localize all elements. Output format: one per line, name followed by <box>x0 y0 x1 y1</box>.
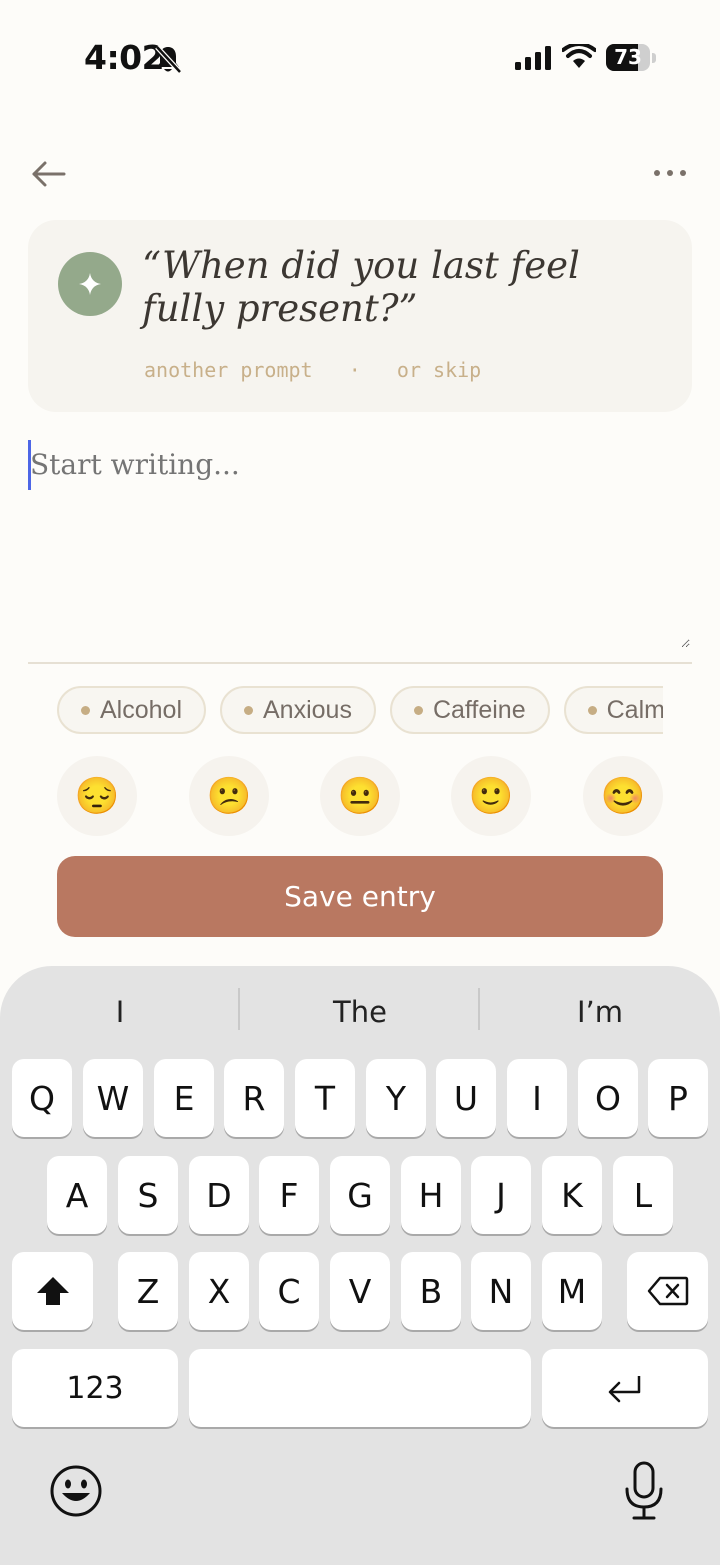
suggestion-3[interactable]: I’m <box>480 990 720 1034</box>
key-b[interactable]: B <box>401 1252 461 1330</box>
suggestion-2[interactable]: The <box>240 990 480 1034</box>
backspace-icon <box>647 1276 688 1306</box>
prompt-card: “When did you last feel fully present?” … <box>28 220 692 412</box>
cellular-signal-icon <box>515 46 551 70</box>
space-key[interactable] <box>189 1349 531 1427</box>
divider <box>28 662 692 664</box>
key-l[interactable]: L <box>613 1156 673 1234</box>
mood-happy-button[interactable]: 😊 <box>583 756 663 836</box>
keyboard: I The I’m Q W E R T Y U I O P A S D F G … <box>0 966 720 1565</box>
key-s[interactable]: S <box>118 1156 178 1234</box>
key-x[interactable]: X <box>189 1252 249 1330</box>
save-entry-button[interactable]: Save entry <box>57 856 663 937</box>
key-e[interactable]: E <box>154 1059 214 1137</box>
key-q[interactable]: Q <box>12 1059 72 1137</box>
tag-chip[interactable]: Caffeine <box>389 686 550 734</box>
sparkle-icon <box>58 252 122 316</box>
tag-chip[interactable]: Alcohol <box>57 686 206 734</box>
skip-link[interactable]: or skip <box>397 358 481 382</box>
key-c[interactable]: C <box>259 1252 319 1330</box>
tag-chip[interactable]: Calm <box>563 686 663 734</box>
status-bar: 4:02 73 <box>0 0 720 110</box>
back-arrow-icon[interactable] <box>28 154 68 194</box>
key-r[interactable]: R <box>224 1059 284 1137</box>
suggestion-1[interactable]: I <box>0 990 240 1034</box>
key-m[interactable]: M <box>542 1252 602 1330</box>
tag-list: Alcohol Anxious Caffeine Calm <box>57 686 663 736</box>
key-v[interactable]: V <box>330 1252 390 1330</box>
microphone-icon[interactable] <box>622 1461 666 1521</box>
key-a[interactable]: A <box>47 1156 107 1234</box>
more-options-icon[interactable] <box>650 160 690 186</box>
shift-key[interactable] <box>12 1252 93 1330</box>
battery-percentage: 73 <box>614 45 642 69</box>
shift-arrow-icon <box>36 1277 69 1305</box>
mood-confused-button[interactable]: 😕 <box>189 756 269 836</box>
key-p[interactable]: P <box>648 1059 708 1137</box>
prompt-question: “When did you last feel fully present?” <box>142 244 580 330</box>
key-o[interactable]: O <box>578 1059 638 1137</box>
key-h[interactable]: H <box>401 1156 461 1234</box>
key-j[interactable]: J <box>471 1156 531 1234</box>
bell-muted-icon <box>155 45 182 74</box>
key-i[interactable]: I <box>507 1059 567 1137</box>
separator-dot: · <box>348 358 361 382</box>
key-u[interactable]: U <box>436 1059 496 1137</box>
mood-slight-smile-button[interactable]: 🙂 <box>451 756 531 836</box>
key-t[interactable]: T <box>295 1059 355 1137</box>
key-n[interactable]: N <box>471 1252 531 1330</box>
key-y[interactable]: Y <box>366 1059 426 1137</box>
emoji-keyboard-icon[interactable] <box>48 1463 104 1519</box>
key-k[interactable]: K <box>542 1156 602 1234</box>
key-d[interactable]: D <box>189 1156 249 1234</box>
key-w[interactable]: W <box>83 1059 143 1137</box>
return-icon <box>608 1376 641 1403</box>
mood-sad-button[interactable]: 😔 <box>57 756 137 836</box>
battery-icon: 73 <box>606 44 656 72</box>
key-f[interactable]: F <box>259 1156 319 1234</box>
key-g[interactable]: G <box>330 1156 390 1234</box>
key-z[interactable]: Z <box>118 1252 178 1330</box>
journal-entry-input[interactable] <box>30 448 690 648</box>
clock: 4:02 <box>84 38 165 77</box>
numbers-key[interactable]: 123 <box>12 1349 178 1427</box>
tag-chip[interactable]: Anxious <box>220 686 376 734</box>
prompt-actions: another prompt · or skip <box>144 358 481 382</box>
wifi-icon <box>562 44 596 68</box>
another-prompt-link[interactable]: another prompt <box>144 358 313 382</box>
delete-key[interactable] <box>627 1252 708 1330</box>
mood-neutral-button[interactable]: 😐 <box>320 756 400 836</box>
return-key[interactable] <box>542 1349 708 1427</box>
